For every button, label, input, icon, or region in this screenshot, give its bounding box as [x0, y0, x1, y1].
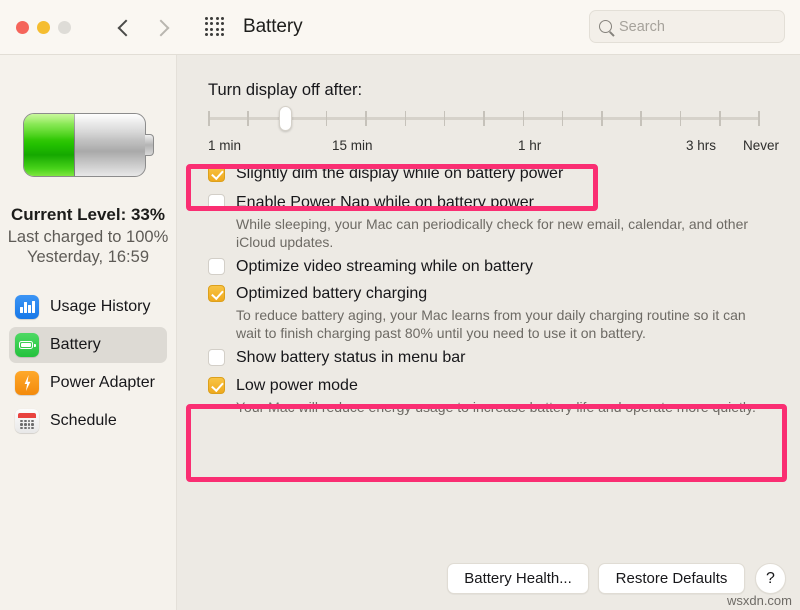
battery-options-list: Slightly dim the display while on batter… [208, 163, 778, 422]
slider-thumb[interactable] [279, 106, 292, 131]
option-label: Enable Power Nap while on battery power [236, 193, 534, 212]
checkbox-power-nap[interactable] [208, 194, 225, 211]
traffic-lights [16, 21, 71, 34]
slider-tick-label: 15 min [332, 138, 373, 153]
checkbox-optimize-video-streaming[interactable] [208, 258, 225, 275]
option-label: Low power mode [236, 376, 358, 395]
last-charged-label: Last charged to 100% [0, 228, 176, 247]
option-description: While sleeping, your Mac can periodicall… [236, 215, 771, 251]
usage-history-icon [15, 295, 39, 319]
current-level-label: Current Level: 33% [0, 205, 176, 225]
power-adapter-icon [15, 371, 39, 395]
option-label: Optimized battery charging [236, 284, 427, 303]
option-label: Show battery status in menu bar [236, 348, 465, 367]
close-window-button[interactable] [16, 21, 29, 34]
checkbox-slightly-dim[interactable] [208, 165, 225, 182]
turn-display-off-label: Turn display off after: [208, 81, 362, 100]
sidebar-item-usage-history[interactable]: Usage History [9, 289, 167, 325]
page-title: Battery [243, 16, 303, 38]
checkbox-optimized-battery-charging[interactable] [208, 285, 225, 302]
sidebar-item-schedule[interactable]: Schedule [9, 403, 167, 439]
battery-level-graphic [23, 113, 153, 177]
option-low-power-mode[interactable]: Low power mode [208, 376, 778, 395]
battery-gloss [24, 114, 145, 140]
last-charged-time: Yesterday, 16:59 [0, 248, 176, 267]
slider-tick-label: 3 hrs [686, 138, 716, 153]
sidebar-item-battery[interactable]: Battery [9, 327, 167, 363]
sidebar: Current Level: 33% Last charged to 100% … [0, 55, 177, 610]
option-description: Your Mac will reduce energy usage to inc… [236, 398, 771, 416]
checkbox-show-battery-status[interactable] [208, 349, 225, 366]
window-toolbar: Battery [0, 0, 800, 55]
schedule-icon [15, 409, 39, 433]
option-label: Slightly dim the display while on batter… [236, 164, 563, 183]
checkbox-low-power-mode[interactable] [208, 377, 225, 394]
battery-body [23, 113, 146, 177]
forward-button[interactable] [154, 20, 169, 35]
zoom-window-button[interactable] [58, 21, 71, 34]
help-button[interactable]: ? [755, 563, 786, 594]
option-slightly-dim[interactable]: Slightly dim the display while on batter… [208, 164, 778, 183]
sidebar-item-power-adapter[interactable]: Power Adapter [9, 365, 167, 401]
main-content: Turn display off after: 1 min 15 min 1 h… [178, 55, 800, 610]
option-label: Optimize video streaming while on batter… [236, 257, 533, 276]
sidebar-nav: Usage History Battery Power Adapter [0, 289, 176, 439]
search-input[interactable] [619, 19, 769, 35]
sidebar-item-label: Power Adapter [50, 374, 155, 392]
show-all-preferences-icon[interactable] [205, 17, 225, 37]
search-icon [599, 20, 612, 33]
navigation-arrows [117, 20, 169, 35]
battery-icon [15, 333, 39, 357]
option-description: To reduce battery aging, your Mac learns… [236, 306, 771, 342]
slider-tick-label: 1 min [208, 138, 241, 153]
battery-preferences-window: Battery Current Level: 33% Last charged … [0, 0, 800, 610]
sidebar-item-label: Battery [50, 336, 101, 354]
option-optimized-battery-charging[interactable]: Optimized battery charging [208, 284, 778, 303]
slider-tick-label: 1 hr [518, 138, 541, 153]
slider-tick-label: Never [743, 138, 779, 153]
turn-display-off-slider[interactable] [208, 107, 760, 129]
battery-health-button[interactable]: Battery Health... [447, 563, 589, 594]
option-power-nap[interactable]: Enable Power Nap while on battery power [208, 193, 778, 212]
slider-scale-labels: 1 min 15 min 1 hr 3 hrs Never [208, 138, 768, 156]
option-optimize-video-streaming[interactable]: Optimize video streaming while on batter… [208, 257, 778, 276]
minimize-window-button[interactable] [37, 21, 50, 34]
search-field[interactable] [589, 10, 785, 43]
watermark: wsxdn.com [727, 593, 792, 608]
battery-terminal [145, 134, 154, 156]
restore-defaults-button[interactable]: Restore Defaults [598, 563, 745, 594]
option-show-battery-status[interactable]: Show battery status in menu bar [208, 348, 778, 367]
sidebar-item-label: Usage History [50, 298, 150, 316]
back-button[interactable] [117, 20, 132, 35]
sidebar-item-label: Schedule [50, 412, 117, 430]
